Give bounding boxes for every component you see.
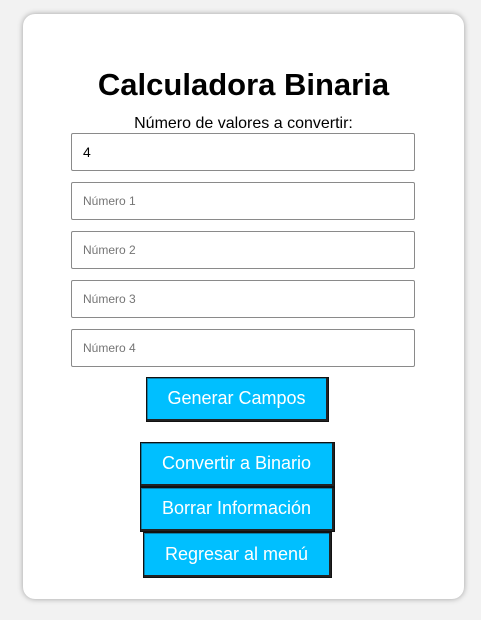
generate-fields-button[interactable]: Generar Campos [146, 377, 329, 422]
count-label: Número de valores a convertir: [134, 115, 353, 132]
clear-info-button[interactable]: Borrar Información [140, 487, 335, 532]
number-3-input[interactable] [71, 280, 415, 318]
number-4-input[interactable] [71, 329, 415, 367]
number-2-input[interactable] [71, 231, 415, 269]
back-to-menu-button[interactable]: Regresar al menú [143, 532, 332, 578]
number-1-input[interactable] [71, 182, 415, 220]
convert-binary-button[interactable]: Convertir a Binario [140, 442, 335, 487]
page-title: Calculadora Binaria [97, 67, 390, 102]
count-input[interactable] [71, 133, 415, 171]
calculator-card: Calculadora Binaria Número de valores a … [23, 14, 464, 599]
